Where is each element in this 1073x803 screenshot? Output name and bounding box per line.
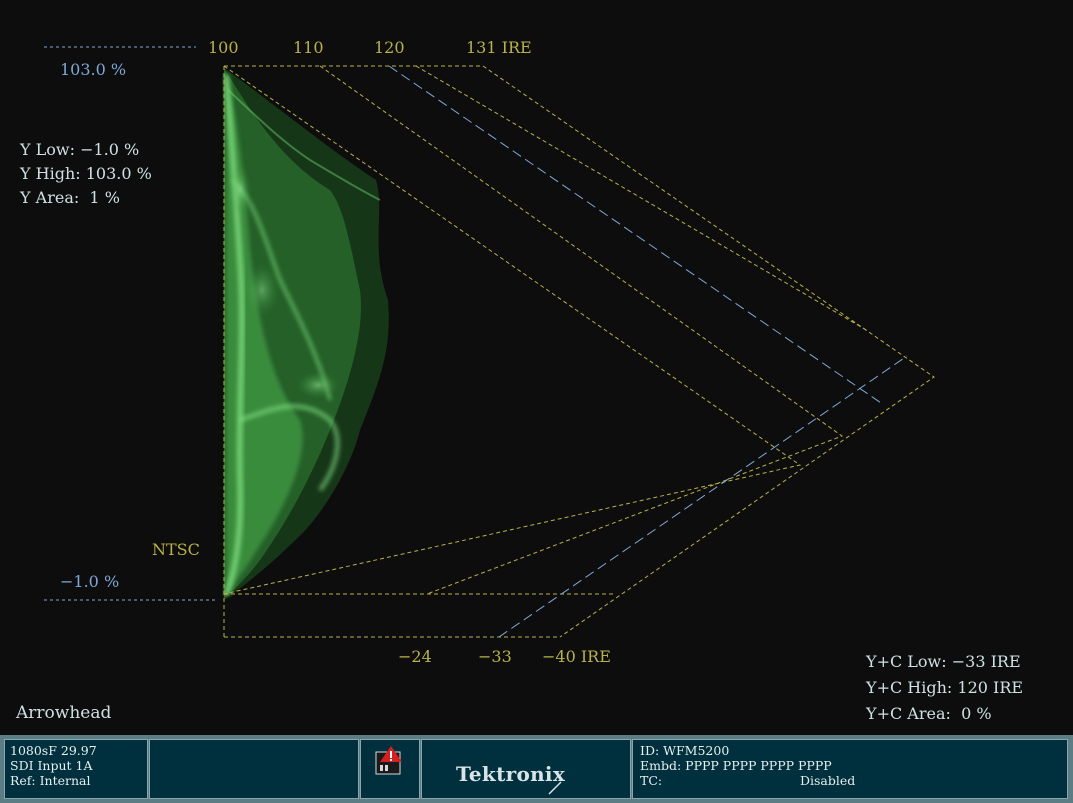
- input-status-panel: 1080sF 29.97 SDI Input 1A Ref: Internal: [4, 739, 148, 799]
- arrowhead-graticule: [44, 46, 935, 638]
- alarm-warning-icon[interactable]: [361, 740, 419, 798]
- logo-slash-icon: [548, 781, 562, 795]
- display-mode-title: Arrowhead: [16, 703, 112, 723]
- status-spacer-panel: [149, 739, 359, 799]
- input-source: SDI Input 1A: [10, 758, 93, 773]
- embedded-audio-status: Embd: PPPP PPPP PPPP PPPP: [640, 758, 832, 773]
- standard-label: NTSC: [152, 540, 200, 559]
- yc-low-readout: Y+C Low: −33 IRE: [866, 652, 1021, 671]
- timecode-value: Disabled: [800, 773, 856, 788]
- timecode-status: TC: Disabled: [640, 773, 1067, 788]
- bottom-scale-tick-40: −40 IRE: [542, 647, 611, 666]
- waveform-trace: [223, 68, 389, 600]
- yc-area-readout: Y+C Area: 0 %: [866, 704, 992, 723]
- top-scale-tick-110: 110: [293, 38, 324, 57]
- upper-limit-label: 103.0 %: [60, 60, 127, 79]
- bottom-scale-tick-33: −33: [478, 647, 512, 666]
- lower-limit-label: −1.0 %: [60, 572, 120, 591]
- device-status-panel: ID: WFM5200 Embd: PPPP PPPP PPPP PPPP TC…: [632, 739, 1068, 799]
- video-format: 1080sF 29.97: [10, 743, 97, 758]
- top-scale-tick-131: 131 IRE: [466, 38, 532, 57]
- y-high-readout: Y High: 103.0 %: [20, 164, 152, 183]
- arrowhead-display: 100 110 120 131 IRE −24 −33 −40 IRE 103.…: [0, 0, 1073, 735]
- y-low-readout: Y Low: −1.0 %: [20, 140, 140, 159]
- bottom-scale-tick-24: −24: [398, 647, 432, 666]
- timecode-label: TC:: [640, 773, 663, 788]
- yc-high-readout: Y+C High: 120 IRE: [866, 678, 1024, 697]
- y-area-readout: Y Area: 1 %: [20, 188, 120, 207]
- device-id: ID: WFM5200: [640, 743, 730, 758]
- alarm-panel[interactable]: [360, 739, 420, 799]
- top-scale-tick-100: 100: [208, 38, 239, 57]
- reference-source: Ref: Internal: [10, 773, 91, 788]
- top-scale-tick-120: 120: [374, 38, 405, 57]
